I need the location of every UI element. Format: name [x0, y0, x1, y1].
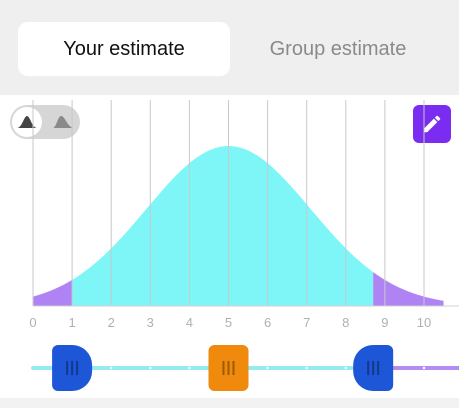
tab-group-estimate[interactable]: Group estimate [238, 22, 438, 76]
x-tick-label: 3 [147, 315, 154, 330]
estimate-tabs: Your estimate Group estimate [0, 0, 459, 95]
slider-tick-dot [422, 366, 426, 370]
x-tick-label: 2 [108, 315, 115, 330]
slider-tick-dot [305, 366, 308, 370]
central-interval-area [72, 146, 374, 306]
slider-tick-dot [266, 366, 269, 370]
x-tick-label: 10 [417, 315, 431, 330]
low-handle[interactable] [52, 345, 93, 391]
left-tail-area [33, 279, 73, 306]
x-tick-label: 7 [303, 315, 310, 330]
x-tick-label: 8 [342, 315, 349, 330]
right-tail-area [373, 272, 444, 306]
slider-tick-dot [149, 366, 152, 370]
tab-your-estimate[interactable]: Your estimate [18, 22, 230, 76]
x-tick-label: 0 [29, 315, 36, 330]
slider-tick-dot [344, 366, 347, 370]
x-tick-label: 4 [186, 315, 193, 330]
median-handle[interactable] [208, 345, 249, 391]
slider-tick-dot [110, 366, 113, 370]
distribution-chart: 0 1 2 3 4 5 6 7 8 9 10 [29, 100, 459, 330]
x-tick-label: 1 [68, 315, 75, 330]
x-tick-label: 5 [225, 315, 232, 330]
x-tick-label: 9 [381, 315, 388, 330]
range-slider[interactable] [0, 330, 459, 395]
bottom-divider [0, 398, 459, 408]
high-handle[interactable] [353, 345, 394, 391]
slider-tick-dot [188, 366, 191, 370]
x-tick-label: 6 [264, 315, 271, 330]
